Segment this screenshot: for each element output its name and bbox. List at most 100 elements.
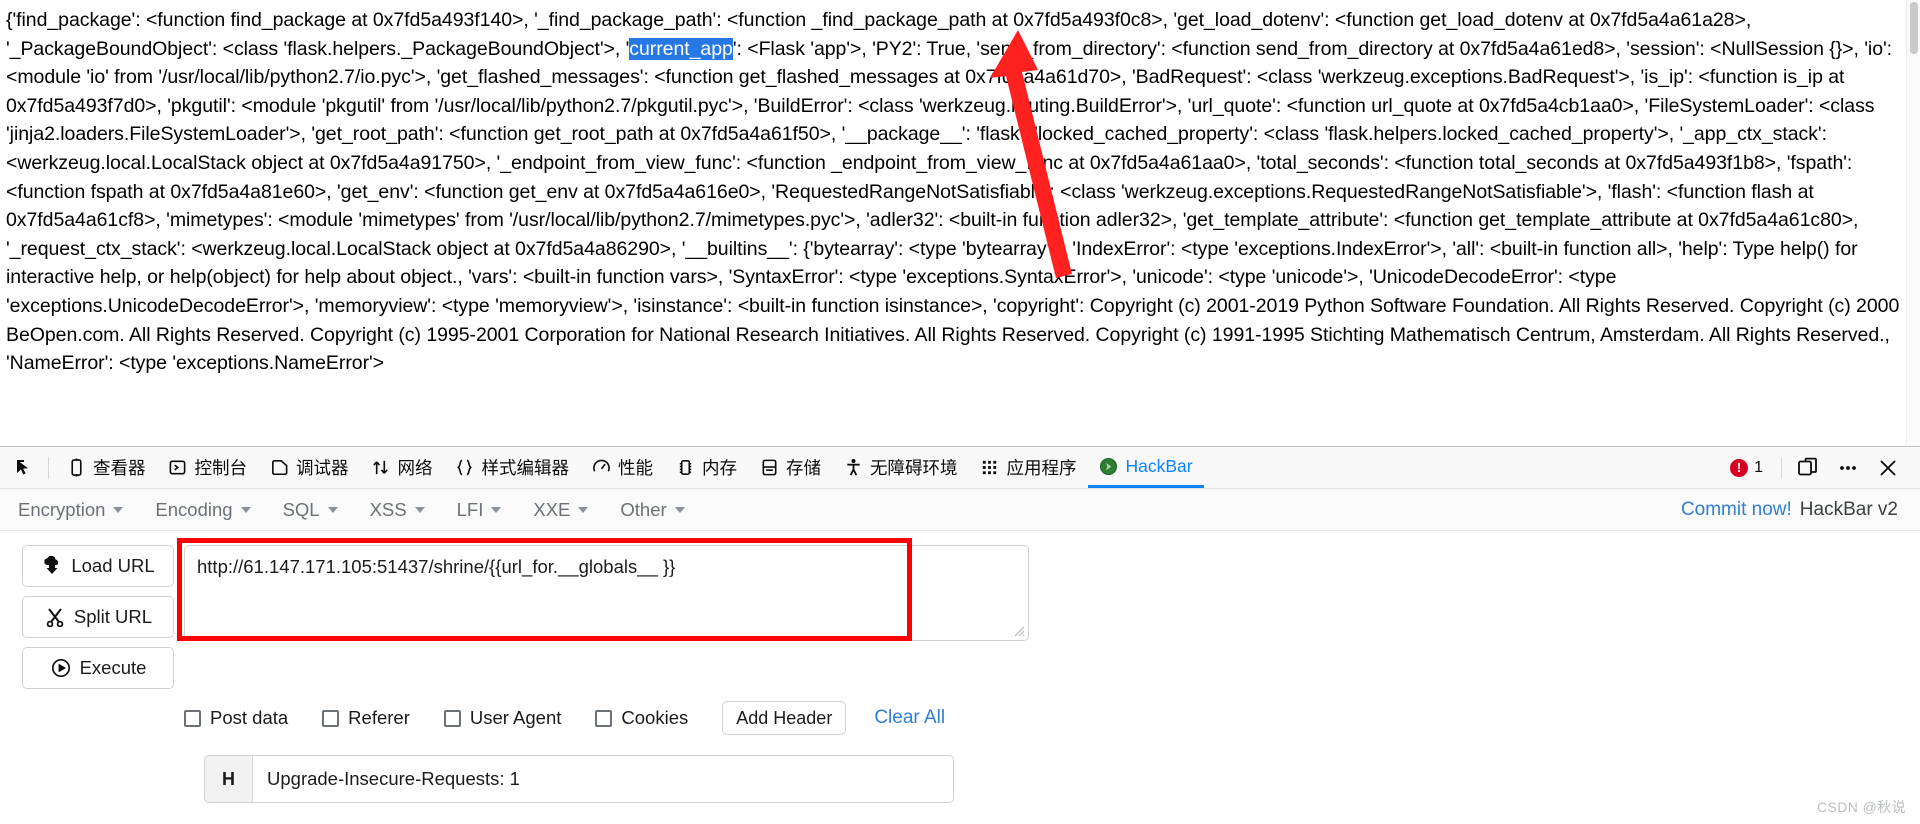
execute-button[interactable]: Execute: [22, 647, 174, 689]
add-header-button[interactable]: Add Header: [722, 701, 847, 735]
tab-storage-label: 存储: [786, 458, 821, 478]
dump-text-segment: ': <Flask 'app'>, 'PY2': True, 'send_fro…: [6, 37, 1900, 375]
accessibility-icon: [843, 458, 863, 478]
checkbox-referer[interactable]: Referer: [322, 707, 410, 729]
hackbar-action-buttons: Load URL Split URL Execute: [22, 545, 174, 689]
page-scrollbar[interactable]: [1906, 0, 1920, 446]
hackbar-menubar: Encryption Encoding SQL XSS LFI XXE Other Comm…: [0, 489, 1920, 531]
page-content-area: {'find_package': <function find_package …: [0, 0, 1920, 446]
menu-sql[interactable]: SQL: [283, 499, 352, 521]
clear-all-link[interactable]: Clear All: [874, 707, 945, 729]
highlighted-token: current_app: [629, 37, 733, 60]
watermark-label: CSDN @秋说: [1817, 799, 1906, 815]
hackbar-body: Load URL Split URL Execute http://61.147…: [0, 531, 1920, 803]
split-url-button[interactable]: Split URL: [22, 596, 174, 638]
tab-hackbar[interactable]: HackBar: [1087, 447, 1204, 488]
tab-performance[interactable]: 性能: [580, 447, 664, 488]
menu-xss[interactable]: XSS: [370, 499, 439, 521]
checkbox-post-data[interactable]: Post data: [184, 707, 288, 729]
split-url-icon: [44, 606, 66, 628]
tab-memory[interactable]: 内存: [664, 447, 748, 488]
tab-console[interactable]: 控制台: [157, 447, 259, 488]
add-header-label: Add Header: [736, 707, 833, 728]
tab-storage[interactable]: 存储: [748, 447, 832, 488]
toolbar-divider: [48, 456, 49, 479]
error-icon: !: [1730, 458, 1749, 477]
load-url-button[interactable]: Load URL: [22, 545, 174, 587]
checkbox-post-data-box[interactable]: [184, 709, 201, 727]
header-value-input[interactable]: Upgrade-Insecure-Requests: 1: [253, 756, 953, 802]
devtools-panel: 查看器 控制台 调试器 网络 样式编辑器 性能 内存 存储 无障碍环境 应用程序 HackBar !…: [0, 446, 1920, 824]
element-picker-icon[interactable]: [8, 452, 42, 484]
tab-style-editor-label: 样式编辑器: [481, 458, 570, 478]
hackbar-commit-area: Commit now! HackBar v2: [1681, 499, 1898, 521]
checkbox-referer-box[interactable]: [322, 709, 340, 727]
tab-performance-label: 性能: [618, 458, 653, 478]
tab-network[interactable]: 网络: [360, 447, 444, 488]
devtools-toolbar-right: ! 1: [1718, 451, 1912, 485]
memory-icon: [675, 458, 695, 478]
error-count-label: 1: [1754, 458, 1763, 476]
menu-encryption[interactable]: Encryption: [18, 499, 137, 521]
checkbox-user-agent[interactable]: User Agent: [443, 707, 562, 729]
execute-label: Execute: [79, 657, 147, 678]
checkbox-user-agent-label: User Agent: [469, 707, 562, 728]
tab-debugger[interactable]: 调试器: [258, 447, 360, 488]
menu-xss-label: XSS: [369, 498, 407, 520]
request-header-row: H Upgrade-Insecure-Requests: 1: [204, 755, 954, 803]
menu-xxe[interactable]: XXE: [533, 499, 602, 521]
menu-lfi-label: LFI: [456, 498, 484, 520]
hackbar-url-container: [177, 538, 1029, 641]
performance-icon: [591, 458, 611, 478]
tab-inspector[interactable]: 查看器: [55, 447, 157, 488]
menu-sql-label: SQL: [282, 498, 320, 520]
tab-memory-label: 内存: [702, 458, 737, 478]
checkbox-referer-label: Referer: [348, 707, 410, 728]
checkbox-cookies-label: Cookies: [621, 707, 689, 728]
menu-encoding-label: Encoding: [155, 498, 233, 520]
checkbox-cookies[interactable]: Cookies: [595, 707, 688, 729]
chevron-down-icon: [327, 506, 338, 513]
tab-hackbar-label: HackBar: [1125, 455, 1193, 476]
header-type-badge[interactable]: H: [205, 756, 253, 802]
console-icon: [168, 458, 188, 478]
checkbox-cookies-box[interactable]: [595, 709, 613, 727]
tab-style-editor[interactable]: 样式编辑器: [444, 447, 581, 488]
style-editor-icon: [455, 458, 475, 478]
hackbar-panel: Encryption Encoding SQL XSS LFI XXE Other Comm…: [0, 489, 1920, 824]
error-count-badge[interactable]: ! 1: [1718, 458, 1775, 477]
menu-other-label: Other: [620, 498, 667, 520]
tab-accessibility-label: 无障碍环境: [870, 458, 958, 478]
page-scrollbar-thumb[interactable]: [1910, 2, 1918, 54]
close-icon[interactable]: [1868, 451, 1908, 485]
inspector-icon: [66, 458, 86, 478]
debugger-icon: [269, 458, 289, 478]
load-url-icon: [41, 555, 63, 577]
menu-other[interactable]: Other: [620, 499, 698, 521]
execute-icon: [50, 657, 72, 679]
chevron-down-icon: [414, 506, 425, 513]
menu-encryption-label: Encryption: [18, 498, 106, 520]
more-options-icon[interactable]: [1828, 451, 1868, 485]
tab-console-label: 控制台: [194, 458, 248, 478]
devtools-toolbar: 查看器 控制台 调试器 网络 样式编辑器 性能 内存 存储 无障碍环境 应用程序 HackBar !…: [0, 447, 1920, 489]
application-icon: [980, 458, 1000, 478]
globals-dump-text: {'find_package': <function find_package …: [6, 6, 1906, 378]
hackbar-url-row: Load URL Split URL Execute http://61.147…: [22, 538, 1920, 689]
checkbox-post-data-label: Post data: [210, 707, 289, 728]
chevron-down-icon: [491, 506, 502, 513]
checkbox-user-agent-box[interactable]: [443, 709, 461, 727]
tab-inspector-label: 查看器: [93, 458, 146, 478]
url-input[interactable]: [184, 545, 1029, 641]
menu-encoding[interactable]: Encoding: [155, 499, 264, 521]
chevron-down-icon: [113, 506, 124, 513]
tab-network-label: 网络: [397, 458, 433, 478]
responsive-design-mode-icon[interactable]: [1788, 451, 1828, 485]
chevron-down-icon: [674, 506, 685, 513]
commit-now-link[interactable]: Commit now!: [1681, 499, 1792, 521]
chevron-down-icon: [578, 506, 589, 513]
menu-lfi[interactable]: LFI: [457, 499, 516, 521]
network-icon: [371, 458, 391, 478]
tab-application[interactable]: 应用程序: [969, 447, 1088, 488]
tab-accessibility[interactable]: 无障碍环境: [832, 447, 969, 488]
